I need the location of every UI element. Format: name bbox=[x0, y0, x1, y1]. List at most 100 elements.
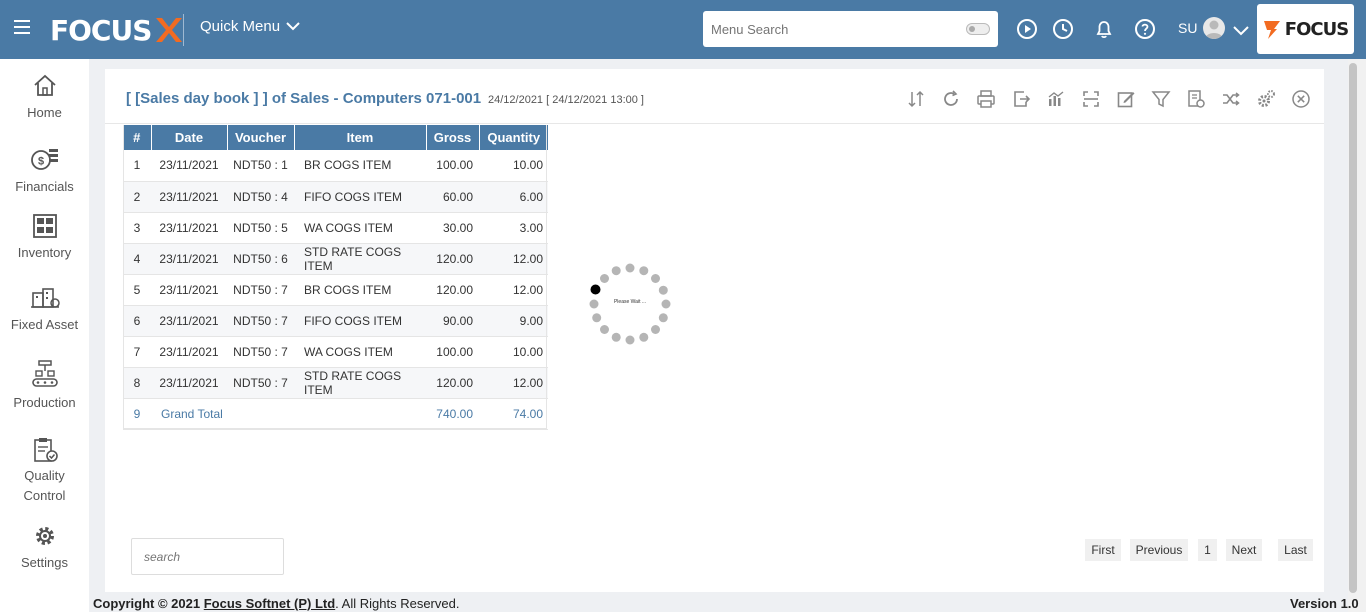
cell-number: 6 bbox=[123, 305, 151, 337]
sidebar-item-quality-control[interactable]: Quality Control bbox=[0, 436, 89, 506]
cell-date: 23/11/2021 bbox=[151, 181, 227, 213]
cell-voucher[interactable]: NDT50 : 7 bbox=[227, 336, 294, 368]
header-divider bbox=[183, 14, 184, 46]
sidebar-item-financials[interactable]: $ Financials bbox=[0, 145, 89, 197]
gear-icon bbox=[35, 527, 54, 545]
cell-quantity: 12.00 bbox=[479, 243, 548, 275]
bell-icon[interactable] bbox=[1093, 18, 1115, 40]
cell-item: STD RATE COGS ITEM bbox=[294, 367, 426, 399]
user-chevron-down-icon[interactable] bbox=[1230, 20, 1252, 42]
cell-voucher[interactable]: NDT50 : 4 bbox=[227, 181, 294, 213]
cell-voucher[interactable]: NDT50 : 5 bbox=[227, 212, 294, 244]
table-row[interactable]: 3 23/11/2021 NDT50 : 5 WA COGS ITEM 30.0… bbox=[123, 212, 548, 244]
table-row[interactable]: 8 23/11/2021 NDT50 : 7 STD RATE COGS ITE… bbox=[123, 367, 548, 399]
pager-first-button[interactable]: First bbox=[1085, 539, 1121, 561]
cell-voucher[interactable]: NDT50 : 7 bbox=[227, 274, 294, 306]
report-title: [ [Sales day book ] ] of Sales - Compute… bbox=[126, 90, 482, 107]
cell-gross: 30.00 bbox=[426, 212, 479, 244]
report-settings-icon[interactable] bbox=[1186, 89, 1206, 109]
hamburger-menu-icon[interactable] bbox=[14, 20, 30, 34]
cell-gross: 90.00 bbox=[426, 305, 479, 337]
cell-quantity: 12.00 bbox=[479, 367, 548, 399]
sidebar-label-production: Production bbox=[13, 395, 76, 410]
cell-quantity: 10.00 bbox=[479, 336, 548, 368]
grand-total-gross: 740.00 bbox=[426, 398, 479, 430]
play-icon[interactable] bbox=[1016, 18, 1038, 40]
refresh-icon[interactable] bbox=[941, 89, 961, 109]
report-subtitle: 24/12/2021 [ 24/12/2021 13:00 ] bbox=[488, 94, 644, 106]
cell-voucher[interactable]: NDT50 : 7 bbox=[227, 305, 294, 337]
loading-text: Please Wait ... bbox=[613, 299, 647, 305]
sidebar-item-inventory[interactable]: Inventory bbox=[0, 213, 89, 263]
close-icon[interactable] bbox=[1291, 89, 1311, 109]
expand-icon[interactable] bbox=[1081, 89, 1101, 109]
cell-number: 3 bbox=[123, 212, 151, 244]
export-icon[interactable] bbox=[1011, 89, 1031, 109]
sidebar-item-production[interactable]: Production bbox=[0, 359, 89, 413]
cell-gross: 120.00 bbox=[426, 274, 479, 306]
focus-logo[interactable]: FOCUS bbox=[50, 13, 183, 47]
pager-previous-button[interactable]: Previous bbox=[1130, 539, 1188, 561]
sidebar-item-settings[interactable]: Settings bbox=[0, 523, 89, 573]
title-divider bbox=[105, 123, 1324, 124]
filter-icon[interactable] bbox=[1151, 89, 1171, 109]
col-header-voucher[interactable]: Voucher bbox=[227, 125, 295, 150]
grand-total-quantity: 74.00 bbox=[479, 398, 548, 430]
pager-next-button[interactable]: Next bbox=[1226, 539, 1262, 561]
brand-text: FOCUS bbox=[1284, 18, 1349, 40]
user-initials[interactable]: SU bbox=[1178, 20, 1197, 36]
search-toggle[interactable] bbox=[966, 23, 990, 35]
col-header-quantity[interactable]: Quantity bbox=[479, 125, 548, 150]
shuffle-icon[interactable] bbox=[1221, 89, 1241, 109]
cell-number: 5 bbox=[123, 274, 151, 306]
sidebar-item-home[interactable]: Home bbox=[0, 73, 89, 123]
table-row[interactable]: 2 23/11/2021 NDT50 : 4 FIFO COGS ITEM 60… bbox=[123, 181, 548, 213]
cell-number: 8 bbox=[123, 367, 151, 399]
warehouse-icon bbox=[32, 214, 57, 238]
cell-item: STD RATE COGS ITEM bbox=[294, 243, 426, 275]
pager-last-button[interactable]: Last bbox=[1278, 539, 1313, 561]
sort-icon[interactable] bbox=[906, 89, 926, 109]
scrollbar-thumb[interactable] bbox=[1349, 63, 1357, 593]
print-icon[interactable] bbox=[976, 89, 996, 109]
sidebar-label-home: Home bbox=[27, 105, 62, 120]
cell-voucher[interactable]: NDT50 : 6 bbox=[227, 243, 294, 275]
cell-item-empty bbox=[294, 398, 426, 430]
table-row[interactable]: 5 23/11/2021 NDT50 : 7 BR COGS ITEM 120.… bbox=[123, 274, 548, 306]
col-header-date[interactable]: Date bbox=[151, 125, 228, 150]
edit-icon[interactable] bbox=[1116, 89, 1136, 109]
logo-text: FOCUS bbox=[50, 13, 152, 47]
sidebar-item-fixed-asset[interactable]: Fixed Asset bbox=[0, 285, 89, 335]
menu-search-input[interactable] bbox=[703, 11, 953, 47]
quick-menu-label: Quick Menu bbox=[200, 18, 281, 35]
brand-logo: FOCUS bbox=[1257, 4, 1354, 54]
table-row[interactable]: 4 23/11/2021 NDT50 : 6 STD RATE COGS ITE… bbox=[123, 243, 548, 275]
col-header-item[interactable]: Item bbox=[294, 125, 427, 150]
pager-page-button[interactable]: 1 bbox=[1198, 539, 1217, 561]
company-link[interactable]: Focus Softnet (P) Ltd bbox=[204, 596, 335, 611]
cell-date: 23/11/2021 bbox=[151, 274, 227, 306]
table-row[interactable]: 7 23/11/2021 NDT50 : 7 WA COGS ITEM 100.… bbox=[123, 336, 548, 368]
sidebar-label-control: Control bbox=[23, 488, 66, 503]
table-search-input[interactable] bbox=[132, 539, 283, 574]
loading-spinner: Please Wait ... bbox=[587, 261, 673, 347]
table-row[interactable]: 6 23/11/2021 NDT50 : 7 FIFO COGS ITEM 90… bbox=[123, 305, 548, 337]
home-icon bbox=[33, 74, 56, 96]
user-avatar[interactable] bbox=[1203, 17, 1225, 39]
cell-voucher[interactable]: NDT50 : 7 bbox=[227, 367, 294, 399]
top-bar: FOCUS Quick Menu SU FOCUS bbox=[0, 0, 1366, 59]
col-header-number[interactable]: # bbox=[123, 125, 152, 150]
sidebar-label-quality: Quality bbox=[24, 468, 65, 483]
footer-copyright: Copyright © 2021 Focus Softnet (P) Ltd. … bbox=[93, 596, 459, 611]
cell-number: 1 bbox=[123, 150, 151, 182]
quick-menu-button[interactable]: Quick Menu bbox=[200, 18, 300, 35]
cell-number: 4 bbox=[123, 243, 151, 275]
cell-date: 23/11/2021 bbox=[151, 305, 227, 337]
chart-icon[interactable] bbox=[1046, 89, 1066, 109]
cell-voucher[interactable]: NDT50 : 1 bbox=[227, 150, 294, 182]
clock-icon[interactable] bbox=[1052, 18, 1074, 40]
table-row[interactable]: 1 23/11/2021 NDT50 : 1 BR COGS ITEM 100.… bbox=[123, 150, 548, 182]
settings-icon[interactable] bbox=[1256, 89, 1276, 109]
col-header-gross[interactable]: Gross bbox=[426, 125, 480, 150]
help-icon[interactable] bbox=[1134, 18, 1156, 40]
